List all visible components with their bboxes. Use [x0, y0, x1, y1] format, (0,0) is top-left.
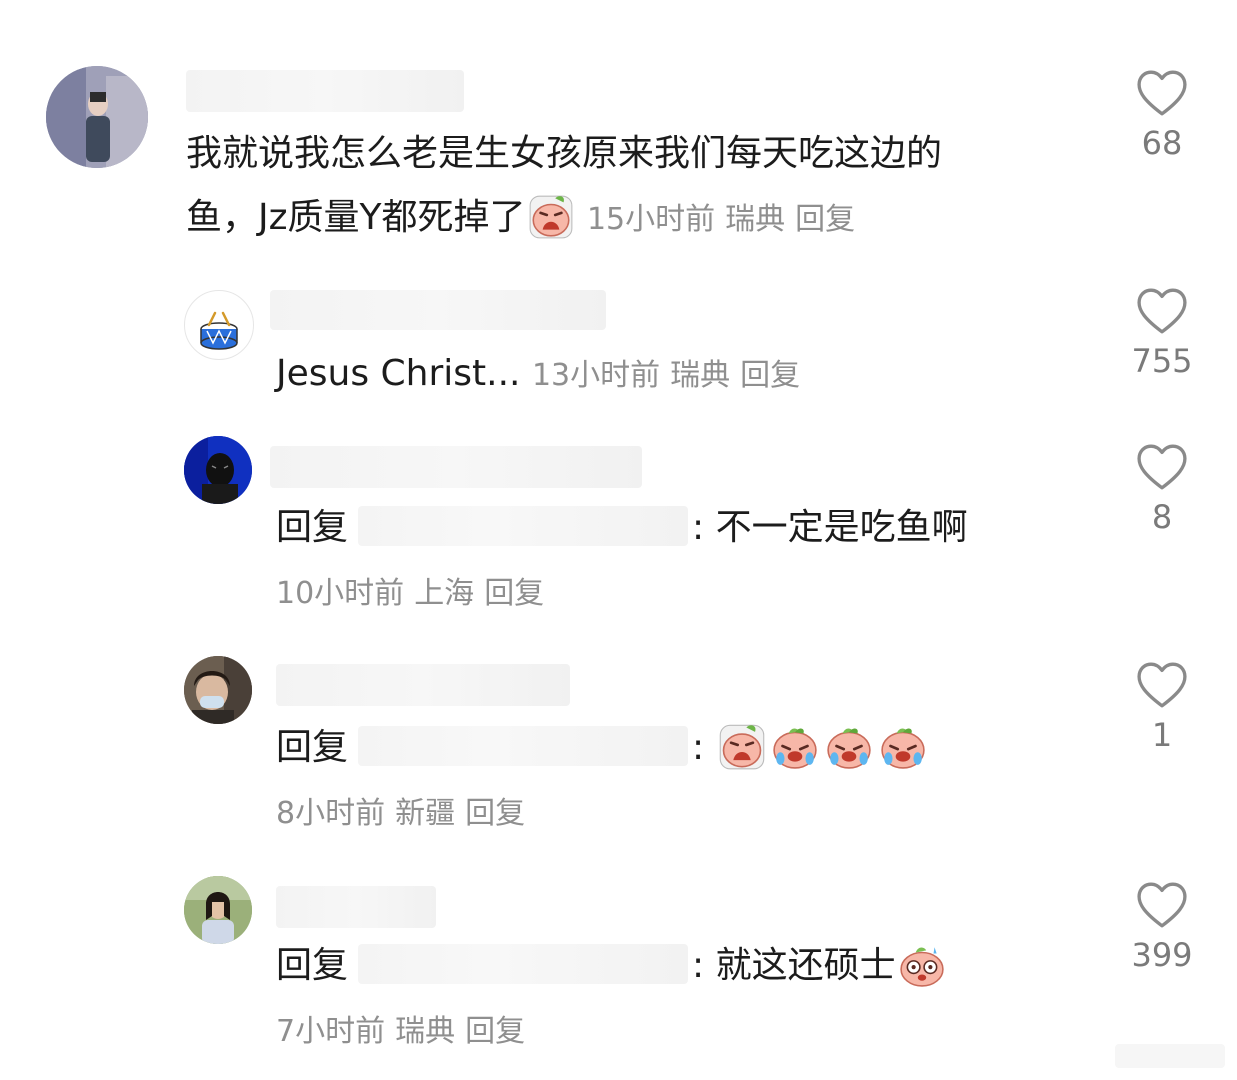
peach-scream-emoji — [528, 194, 573, 240]
heart-outline-icon — [1137, 444, 1187, 490]
mentioned-user-redacted[interactable] — [358, 944, 689, 984]
avatar[interactable] — [46, 66, 148, 168]
like-button[interactable]: 1 — [1102, 662, 1222, 754]
username-redacted[interactable] — [276, 664, 570, 706]
reply-item: 回复: 8小时前 新疆 回复 1 — [0, 640, 1237, 860]
reply-item: Jesus Christ... 13小时前 瑞典 回复 755 — [0, 270, 1237, 420]
reply-button[interactable]: 回复 — [740, 358, 800, 393]
avatar-photo — [184, 436, 252, 504]
avatar-photo — [46, 66, 148, 168]
reply-colon: : — [692, 945, 705, 986]
peach-cry-emoji — [880, 727, 925, 769]
reply-colon: : — [692, 727, 705, 768]
heart-outline-icon — [1137, 70, 1187, 116]
heart-outline-icon — [1137, 882, 1187, 928]
like-count: 399 — [1131, 936, 1193, 974]
reply-location: 新疆 — [395, 796, 456, 831]
reply-time: 8小时前 — [276, 796, 386, 831]
like-button[interactable]: 8 — [1102, 444, 1222, 536]
avatar[interactable] — [184, 436, 252, 504]
reply-button[interactable]: 回复 — [795, 202, 855, 237]
reply-text: 回复: 就这还硕士 — [276, 934, 948, 998]
username-redacted[interactable] — [276, 886, 436, 928]
reply-button[interactable]: 回复 — [484, 576, 544, 611]
reply-prefix: 回复 — [276, 507, 349, 548]
comment-text: 我就说我怎么老是生女孩原来我们每天吃这边的 鱼，Jz质量Y都死掉了 15小时前瑞… — [186, 122, 942, 252]
reply-meta: 13小时前 瑞典 回复 — [532, 358, 810, 393]
reply-location: 上海 — [414, 576, 475, 611]
like-button[interactable]: 399 — [1102, 882, 1222, 974]
reply-prefix: 回复 — [276, 727, 349, 768]
reply-prefix: 回复 — [276, 945, 349, 986]
username-redacted[interactable] — [186, 70, 464, 112]
peach-cry-emoji — [772, 727, 817, 769]
comment-line-2-text: 鱼，Jz质量Y都死掉了 — [186, 197, 526, 238]
avatar-photo — [184, 876, 252, 944]
reply-time: 10小时前 — [276, 576, 405, 611]
reply-content: 不一定是吃鱼啊 — [715, 507, 968, 548]
mentioned-user-redacted[interactable] — [358, 726, 689, 766]
reply-text: 回复: 不一定是吃鱼啊 — [276, 496, 968, 560]
reply-item: 回复: 不一定是吃鱼啊 10小时前 上海 回复 8 — [0, 420, 1237, 640]
comment-line-1: 我就说我怎么老是生女孩原来我们每天吃这边的 — [186, 133, 943, 174]
peach-cry-emoji — [826, 727, 871, 769]
avatar[interactable] — [184, 876, 252, 944]
like-count: 8 — [1151, 498, 1173, 536]
reply-location: 瑞典 — [395, 1014, 456, 1049]
peach-dizzy-emoji — [899, 946, 944, 987]
reply-location: 瑞典 — [670, 358, 731, 393]
username-redacted[interactable] — [270, 446, 642, 488]
reply-text: 回复: — [276, 716, 930, 780]
reply-colon: : — [692, 507, 705, 548]
like-count: 1 — [1151, 716, 1173, 754]
heart-outline-icon — [1137, 662, 1187, 708]
avatar[interactable] — [184, 656, 252, 724]
reply-time: 13小时前 — [531, 358, 661, 393]
reply-item: 回复: 就这还硕士 7小时前 瑞典 回复 399 — [0, 860, 1237, 1080]
heart-outline-icon — [1137, 288, 1187, 334]
reply-button[interactable]: 回复 — [465, 1014, 525, 1049]
like-count: 68 — [1141, 124, 1183, 162]
reply-text: Jesus Christ... 13小时前 瑞典 回复 — [276, 342, 810, 408]
reply-time: 7小时前 — [276, 1014, 386, 1049]
like-button[interactable]: 68 — [1102, 70, 1222, 162]
reply-button[interactable]: 回复 — [465, 796, 525, 831]
like-button[interactable]: 755 — [1102, 288, 1222, 380]
avatar-photo — [184, 656, 252, 724]
comment-item: 我就说我怎么老是生女孩原来我们每天吃这边的 鱼，Jz质量Y都死掉了 15小时前瑞… — [0, 0, 1237, 270]
comment-location: 瑞典 — [725, 202, 786, 237]
peach-scream-emoji — [718, 723, 765, 771]
reply-meta: 8小时前 新疆 回复 — [276, 782, 535, 846]
like-count: 755 — [1131, 342, 1193, 380]
reply-content: Jesus Christ... — [276, 353, 521, 394]
reply-meta: 10小时前 上海 回复 — [276, 562, 554, 626]
comment-meta: 15小时前 瑞典 回复 — [587, 202, 865, 237]
reply-content: 就这还硕士 — [715, 945, 896, 986]
reply-meta: 7小时前 瑞典 回复 — [276, 1000, 535, 1064]
avatar[interactable] — [184, 290, 254, 360]
comment-time: 15小时前 — [586, 202, 716, 237]
watermark-redacted — [1115, 1044, 1225, 1068]
mentioned-user-redacted[interactable] — [358, 506, 689, 546]
drum-icon — [200, 311, 238, 350]
username-redacted[interactable] — [270, 290, 606, 330]
comment-line-2: 鱼，Jz质量Y都死掉了 15小时前 瑞典 回复 — [186, 186, 942, 252]
